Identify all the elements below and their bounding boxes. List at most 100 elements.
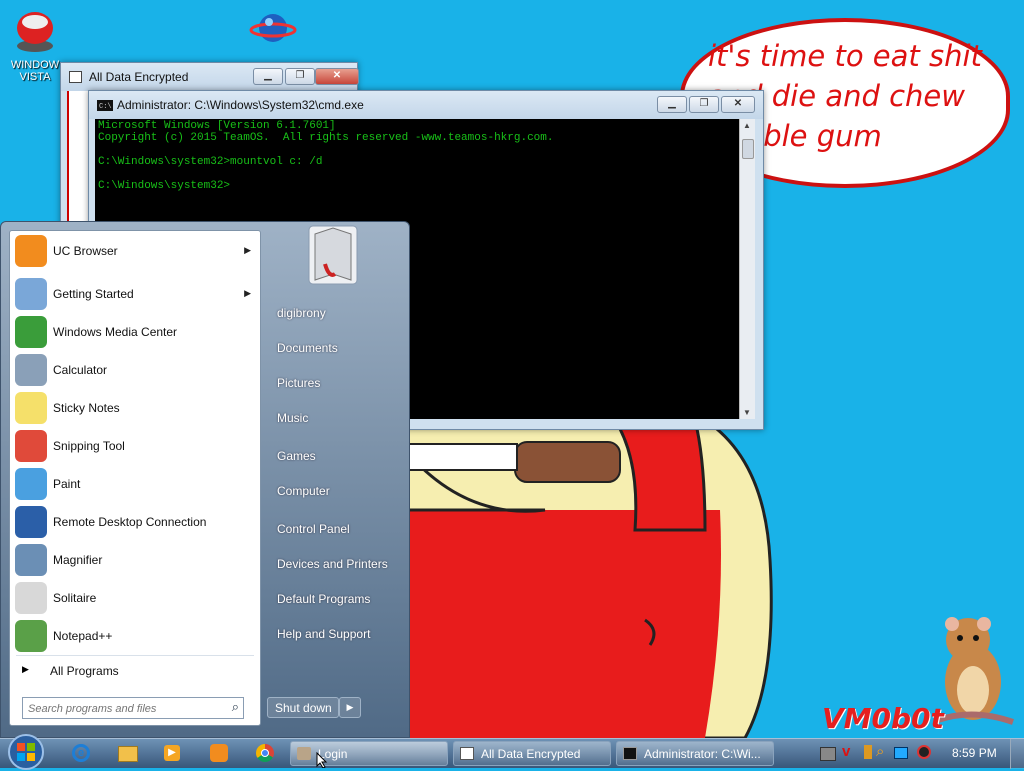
svg-text:C:\: C:\ xyxy=(99,103,112,111)
pinned-uc-browser-icon[interactable] xyxy=(210,744,228,762)
desktop-icon-vista[interactable]: WINDOW VISTA xyxy=(4,6,66,83)
window-app-icon xyxy=(69,71,82,83)
window-app-icon xyxy=(460,747,474,760)
console-line: Microsoft Windows [Version 6.1.7601] xyxy=(98,120,336,132)
task-button-all-data-encrypted[interactable]: All Data Encrypted xyxy=(453,741,611,766)
snipping-tool-icon xyxy=(15,430,47,462)
start-menu-place-item[interactable]: Music xyxy=(277,411,308,425)
start-menu-place-item[interactable]: digibrony xyxy=(277,306,326,320)
program-item[interactable]: Getting Started ▶ xyxy=(13,276,257,312)
console-scrollbar[interactable]: ▲ ▼ xyxy=(739,119,755,419)
tray-flag-icon[interactable] xyxy=(864,745,872,759)
minimize-button[interactable]: ▁ xyxy=(253,68,283,85)
vista-icon xyxy=(17,12,53,52)
scroll-up-arrow-icon[interactable]: ▲ xyxy=(743,121,751,130)
window-title: All Data Encrypted xyxy=(89,70,189,84)
task-button-login[interactable]: Login xyxy=(290,741,448,766)
program-label: Sticky Notes xyxy=(53,401,120,415)
chevron-right-icon: ▶ xyxy=(346,702,354,712)
desktop-icon-label: WINDOW VISTA xyxy=(10,59,60,83)
scroll-thumb[interactable] xyxy=(742,139,754,159)
window-titlebar[interactable]: All Data Encrypted ▁ ❐ ✕ xyxy=(61,63,359,91)
program-label: UC Browser xyxy=(53,244,118,258)
program-label: Snipping Tool xyxy=(53,439,125,453)
program-label: Paint xyxy=(53,477,81,491)
start-menu-place-item[interactable]: Control Panel xyxy=(277,522,350,536)
getting-started-icon xyxy=(15,278,47,310)
tray-antivirus-icon[interactable]: v xyxy=(842,743,850,760)
maximize-button[interactable]: ❐ xyxy=(285,68,315,85)
show-desktop-button[interactable] xyxy=(1010,739,1024,769)
console-line: C:\Windows\system32>mountvol c: /d xyxy=(98,156,323,168)
tray-app-icon[interactable] xyxy=(820,747,836,761)
close-button[interactable]: ✕ xyxy=(315,68,359,85)
all-programs-item[interactable]: ▶ All Programs xyxy=(16,661,254,681)
program-label: Magnifier xyxy=(53,553,103,567)
tray-search-icon[interactable]: ⌕ xyxy=(876,743,884,760)
taskbar: e ▶ Login All Data Encrypted Administrat… xyxy=(0,734,1024,770)
shutdown-options-button[interactable]: ▶ xyxy=(339,697,361,718)
desktop-icon-globe[interactable] xyxy=(248,8,298,51)
pinned-ie-icon[interactable]: e xyxy=(72,744,90,762)
start-orb[interactable] xyxy=(6,733,46,771)
window-titlebar[interactable]: C:\ Administrator: C:\Windows\System32\c… xyxy=(89,91,763,119)
program-item[interactable]: Calculator xyxy=(13,352,257,388)
start-menu-place-item[interactable]: Help and Support xyxy=(277,627,370,641)
tray-volume-icon[interactable] xyxy=(917,745,931,759)
program-label: Calculator xyxy=(53,363,108,377)
magnifier-icon xyxy=(15,544,47,576)
close-button[interactable]: ✕ xyxy=(721,96,755,113)
media-center-icon xyxy=(15,316,47,348)
pinned-media-player-icon[interactable]: ▶ xyxy=(164,745,180,761)
scroll-down-arrow-icon[interactable]: ▼ xyxy=(743,408,751,417)
chevron-right-icon: ▶ xyxy=(244,288,251,298)
tray-display-icon[interactable] xyxy=(894,747,908,759)
uc-browser-icon xyxy=(15,235,47,267)
program-item[interactable]: Sticky Notes xyxy=(13,390,257,426)
console-line: C:\Windows\system32> xyxy=(98,180,231,192)
start-menu-place-item[interactable]: Games xyxy=(277,449,316,463)
search-icon[interactable]: ⌕ xyxy=(232,699,239,715)
program-item[interactable]: UC Browser ▶ xyxy=(13,233,257,269)
chevron-right-icon: ▶ xyxy=(22,664,29,674)
program-label: Solitaire xyxy=(53,591,97,605)
user-picture[interactable] xyxy=(307,224,359,286)
pinned-chrome-icon[interactable] xyxy=(256,744,274,762)
program-item[interactable]: Paint xyxy=(13,466,257,502)
program-item[interactable]: Snipping Tool xyxy=(13,428,257,464)
program-item[interactable]: Solitaire xyxy=(13,580,257,616)
minimize-button[interactable]: ▁ xyxy=(657,96,687,113)
program-item[interactable]: Windows Media Center xyxy=(13,314,257,350)
start-menu-place-item[interactable]: Computer xyxy=(277,484,330,498)
start-menu-place-item[interactable]: Default Programs xyxy=(277,592,370,606)
start-menu-place-item[interactable]: Devices and Printers xyxy=(277,557,388,571)
start-menu: ▶ All Programs ⌕ UC Browser▶Getting Star… xyxy=(0,221,410,738)
task-label: All Data Encrypted xyxy=(481,747,581,761)
watermark-logo: VM0b0t xyxy=(822,702,944,735)
search-input[interactable] xyxy=(26,700,220,718)
search-box[interactable]: ⌕ xyxy=(22,697,244,719)
program-item[interactable]: Remote Desktop Connection xyxy=(13,504,257,540)
chevron-right-icon: ▶ xyxy=(244,245,251,255)
wallpaper-cartoon xyxy=(405,420,773,738)
maximize-button[interactable]: ❐ xyxy=(689,96,719,113)
task-button-cmd[interactable]: Administrator: C:\Wi... xyxy=(616,741,774,766)
task-label: Administrator: C:\Wi... xyxy=(644,747,761,761)
clock[interactable]: 8:59 PM xyxy=(952,746,997,760)
console-line: Copyright (c) 2015 TeamOS. All rights re… xyxy=(98,132,554,144)
program-item[interactable]: Magnifier xyxy=(13,542,257,578)
all-programs-label: All Programs xyxy=(50,664,119,678)
remote-desktop-icon xyxy=(15,506,47,538)
login-icon xyxy=(297,747,311,760)
start-menu-place-item[interactable]: Documents xyxy=(277,341,338,355)
pinned-explorer-icon[interactable] xyxy=(118,746,138,762)
program-label: Getting Started xyxy=(53,287,134,301)
sticky-notes-icon xyxy=(15,392,47,424)
shutdown-button[interactable]: Shut down xyxy=(267,697,339,718)
start-menu-place-item[interactable]: Pictures xyxy=(277,376,320,390)
globe-icon xyxy=(249,14,297,42)
program-item[interactable]: Notepad++ xyxy=(13,618,257,654)
start-menu-programs-pane: ▶ All Programs ⌕ UC Browser▶Getting Star… xyxy=(9,230,261,726)
